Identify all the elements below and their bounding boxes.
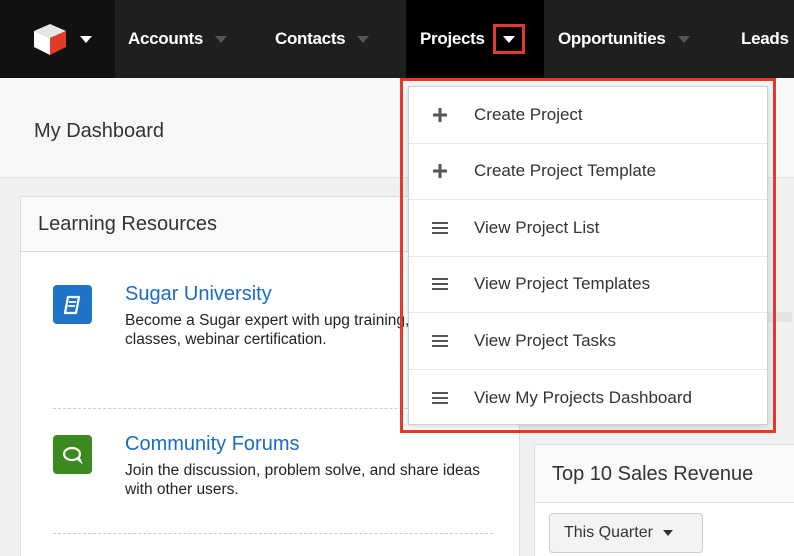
chevron-down-icon <box>662 530 673 536</box>
chevron-down-icon[interactable] <box>677 35 690 43</box>
menu-item-create-project-template[interactable]: Create Project Template <box>409 144 767 200</box>
chevron-down-icon[interactable] <box>215 35 228 43</box>
menu-item-create-project[interactable]: Create Project <box>409 87 767 144</box>
menu-item-view-project-templates[interactable]: View Project Templates <box>409 257 767 313</box>
nav-projects[interactable]: Projects <box>406 0 544 78</box>
list-icon <box>432 391 448 404</box>
sugar-cube-logo-icon <box>34 24 66 55</box>
menu-item-label: View My Projects Dashboard <box>474 387 692 407</box>
dashlet-title: Top 10 Sales Revenue <box>552 463 754 485</box>
nav-leads[interactable]: Leads <box>741 0 789 78</box>
chat-icon[interactable] <box>53 435 92 474</box>
nav-opportunities-label: Opportunities <box>558 29 666 48</box>
divider <box>53 533 493 534</box>
menu-item-view-project-tasks[interactable]: View Project Tasks <box>409 313 767 370</box>
nav-projects-label: Projects <box>420 29 485 48</box>
menu-item-label: View Project Tasks <box>474 330 617 350</box>
quarter-filter-label: This Quarter <box>564 524 653 541</box>
chevron-down-icon <box>502 35 515 43</box>
logo-menu[interactable] <box>0 0 115 78</box>
book-icon[interactable] <box>53 285 92 324</box>
nav-opportunities[interactable]: Opportunities <box>558 0 690 78</box>
projects-dropdown-menu: Create Project Create Project Template V… <box>408 86 768 425</box>
menu-item-view-project-list[interactable]: View Project List <box>409 200 767 257</box>
menu-item-label: View Project Templates <box>474 274 651 294</box>
nav-accounts-label: Accounts <box>128 29 204 48</box>
plus-icon <box>433 164 447 179</box>
resource-description: Join the discussion, problem solve, and … <box>125 462 480 498</box>
resource-link[interactable]: Community Forums <box>125 433 299 456</box>
nav-leads-label: Leads <box>741 29 789 48</box>
dashlet-header: Top 10 Sales Revenue <box>535 445 794 503</box>
list-icon <box>432 334 448 347</box>
nav-contacts-label: Contacts <box>275 29 346 48</box>
sales-revenue-dashlet: Top 10 Sales Revenue This Quarter <box>534 444 794 556</box>
quarter-filter-dropdown[interactable]: This Quarter <box>549 513 703 553</box>
projects-dropdown-toggle[interactable] <box>492 24 525 54</box>
plus-icon <box>433 107 447 122</box>
chevron-down-icon[interactable] <box>357 35 370 43</box>
dashlet-title: Learning Resources <box>38 213 217 235</box>
menu-item-label: Create Project <box>474 104 583 124</box>
top-nav: Accounts Contacts Projects Opportunities… <box>0 0 794 78</box>
nav-accounts[interactable]: Accounts <box>128 0 228 78</box>
list-icon <box>432 278 448 291</box>
menu-item-label: View Project List <box>474 217 600 237</box>
nav-contacts[interactable]: Contacts <box>275 0 370 78</box>
logo-caret-icon[interactable] <box>80 36 92 43</box>
page-title: My Dashboard <box>34 120 165 142</box>
list-icon <box>432 221 448 234</box>
menu-item-view-my-projects-dashboard[interactable]: View My Projects Dashboard <box>409 370 767 427</box>
resource-link[interactable]: Sugar University <box>125 283 272 306</box>
menu-item-label: Create Project Template <box>474 161 657 181</box>
